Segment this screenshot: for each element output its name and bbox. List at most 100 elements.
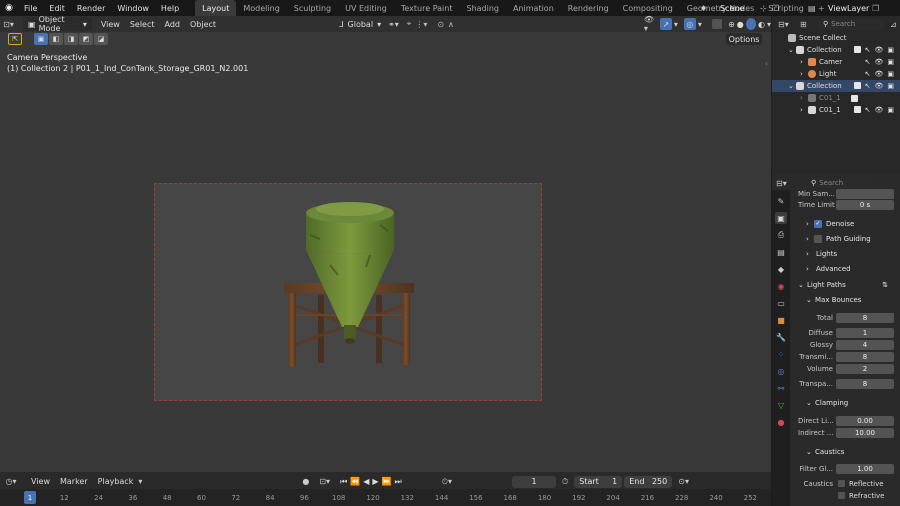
- outliner-row-light[interactable]: › Light ↖ 👁 ▣: [772, 68, 900, 80]
- viewport-menu-view[interactable]: View: [96, 17, 125, 31]
- expand-icon[interactable]: ›: [800, 70, 808, 78]
- view-layer-tab-icon[interactable]: ▤: [775, 246, 787, 258]
- collapse-icon[interactable]: ⌄: [806, 448, 815, 456]
- select-icon[interactable]: ↖: [865, 82, 871, 90]
- editor-type-icon[interactable]: ⊡▾: [0, 20, 17, 29]
- proportional-edit-icon[interactable]: ⊙: [437, 20, 444, 29]
- storage-tank-model[interactable]: [280, 195, 420, 380]
- eye-icon[interactable]: 👁: [874, 70, 883, 78]
- tab-shading[interactable]: Shading: [459, 0, 506, 16]
- outliner-row-c01-b[interactable]: › C01_1 ↖ 👁 ▣: [772, 104, 900, 116]
- expand-icon[interactable]: ›: [800, 58, 808, 66]
- expand-icon[interactable]: ›: [800, 94, 808, 102]
- material-tab-icon[interactable]: ●: [775, 416, 787, 428]
- tool-tab-icon[interactable]: ✎: [775, 195, 787, 207]
- shading-wireframe-icon[interactable]: ⊕: [728, 20, 735, 29]
- output-tab-icon[interactable]: ⎙: [775, 229, 787, 241]
- max-bounces-panel-header[interactable]: ⌄ Max Bounces: [806, 293, 900, 306]
- bounce-transparent-field[interactable]: 8: [836, 378, 894, 389]
- timer-icon[interactable]: ⏲▾: [442, 477, 452, 487]
- min-samples-field[interactable]: [836, 188, 894, 199]
- eye-icon[interactable]: 👁: [874, 58, 883, 66]
- select-icon[interactable]: ↖: [865, 106, 871, 114]
- expand-icon[interactable]: ⌄: [788, 82, 796, 90]
- outliner-root-row[interactable]: Scene Collect: [772, 32, 900, 44]
- new-view-layer-icon[interactable]: ❐: [872, 4, 884, 13]
- clamp-indirect-field[interactable]: 10.00: [836, 427, 894, 438]
- timeline-editor-icon[interactable]: ◷▾: [0, 477, 22, 486]
- clamping-panel-header[interactable]: ⌄ Clamping: [806, 396, 900, 409]
- constraints-tab-icon[interactable]: ⚯: [775, 382, 787, 394]
- modifier-tab-icon[interactable]: 🔧: [775, 331, 787, 343]
- select-mode-intersect-icon[interactable]: ◪: [94, 33, 108, 45]
- visibility-icon[interactable]: 👁▾: [644, 15, 656, 33]
- collapse-icon[interactable]: ⌄: [806, 399, 815, 407]
- denoise-panel-header[interactable]: › ✓ Denoise: [806, 217, 900, 230]
- blender-logo-icon[interactable]: ◉: [0, 3, 18, 13]
- bounce-diffuse-field[interactable]: 1: [836, 327, 894, 338]
- menu-help[interactable]: Help: [155, 0, 185, 16]
- clamp-direct-field[interactable]: 0.00: [836, 415, 894, 426]
- select-icon[interactable]: ↖: [865, 58, 871, 66]
- start-frame-field[interactable]: Start 1: [574, 475, 623, 488]
- object-tab-icon[interactable]: ■: [775, 314, 787, 326]
- keying-set-icon[interactable]: ⊡▾: [319, 477, 330, 486]
- pivot-icon[interactable]: ⚭▾: [388, 20, 399, 29]
- scene-selector[interactable]: ♦ Scene ⊹ ❐: [700, 2, 784, 14]
- outliner-search-input[interactable]: ⚲ Search: [818, 18, 884, 30]
- menu-render[interactable]: Render: [71, 0, 111, 16]
- bounce-total-field[interactable]: 8: [836, 312, 894, 323]
- viewport-menu-add[interactable]: Add: [160, 17, 186, 31]
- caustics-panel-header[interactable]: ⌄ Caustics: [806, 445, 900, 458]
- menu-window[interactable]: Window: [111, 0, 155, 16]
- jump-key-back-icon[interactable]: ⏪: [350, 477, 360, 486]
- collapse-icon[interactable]: ⌄: [806, 296, 815, 304]
- select-icon[interactable]: ↖: [865, 70, 871, 78]
- timeline-menu-playback[interactable]: Playback: [93, 475, 139, 489]
- transform-orientation-dropdown[interactable]: ⅃ Global ▾: [334, 17, 386, 31]
- preview-range-icon[interactable]: ⏱: [562, 477, 568, 487]
- play-reverse-icon[interactable]: ◀: [363, 477, 369, 486]
- tab-sculpting[interactable]: Sculpting: [287, 0, 338, 16]
- collection-tab-icon[interactable]: ▭: [775, 297, 787, 309]
- view-layer-selector[interactable]: ▤ ViewLayer ❐: [808, 2, 884, 14]
- menu-edit[interactable]: Edit: [43, 0, 71, 16]
- exclude-checkbox[interactable]: [853, 46, 861, 53]
- path-guiding-checkbox[interactable]: [814, 234, 822, 243]
- outliner-editor-icon[interactable]: ⊟▾: [778, 20, 800, 29]
- data-tab-icon[interactable]: ▽: [775, 399, 787, 411]
- eye-icon[interactable]: 👁: [874, 106, 883, 114]
- menu-file[interactable]: File: [18, 0, 43, 16]
- timeline-ruler[interactable]: 1 12 24 36 48 60 72 84 96 108 120 132 144 156 168 180 19…: [0, 489, 771, 506]
- options-button[interactable]: Options: [726, 33, 762, 45]
- bounce-volume-field[interactable]: 2: [836, 363, 894, 374]
- expand-icon[interactable]: ›: [806, 220, 814, 228]
- properties-search-input[interactable]: ⚲ Search: [806, 177, 878, 189]
- camera-render-icon[interactable]: ▣: [887, 82, 894, 90]
- tab-animation[interactable]: Animation: [506, 0, 561, 16]
- light-paths-panel-header[interactable]: ⌄ Light Paths ⇅: [798, 278, 894, 291]
- presets-icon[interactable]: ⇅: [882, 281, 888, 289]
- tab-compositing[interactable]: Compositing: [616, 0, 680, 16]
- shading-dropdown-icon[interactable]: ▾: [767, 20, 771, 29]
- expand-icon[interactable]: ›: [806, 235, 814, 243]
- shading-solid-icon[interactable]: ●: [737, 20, 744, 29]
- select-icon[interactable]: ↖: [865, 46, 871, 54]
- active-tool-icon[interactable]: ⇱: [8, 33, 22, 45]
- expand-icon[interactable]: ⌄: [788, 46, 796, 54]
- snap-icon[interactable]: ⌖: [407, 19, 412, 29]
- camera-render-icon[interactable]: ▣: [887, 70, 894, 78]
- outliner-row-c01-a[interactable]: › C01_1: [772, 92, 900, 104]
- jump-end-icon[interactable]: ⏭: [395, 477, 402, 487]
- exclude-checkbox[interactable]: [853, 106, 861, 113]
- tab-rendering[interactable]: Rendering: [561, 0, 616, 16]
- select-mode-invert-icon[interactable]: ◩: [79, 33, 93, 45]
- lights-panel-header[interactable]: › Lights: [806, 247, 900, 260]
- filter-icon[interactable]: ⊞: [800, 20, 812, 29]
- overlay-dropdown-icon[interactable]: ▾: [698, 20, 702, 29]
- select-mode-new-icon[interactable]: ▣: [34, 33, 48, 45]
- viewport-menu-object[interactable]: Object: [185, 17, 221, 31]
- filter-glossy-field[interactable]: 1.00: [836, 463, 894, 474]
- collapse-icon[interactable]: ⌄: [798, 281, 807, 289]
- reflective-checkbox[interactable]: [838, 480, 845, 487]
